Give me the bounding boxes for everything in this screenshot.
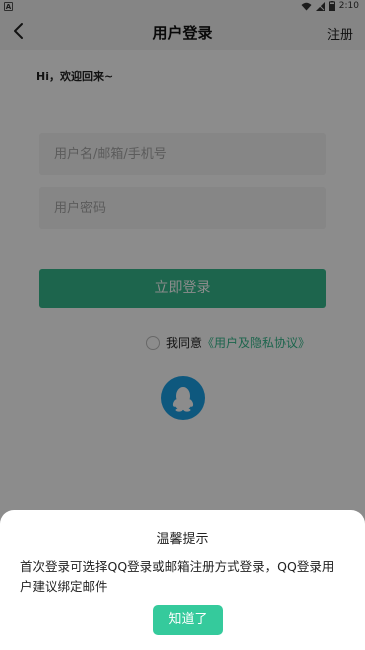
got-it-button[interactable]: 知道了 — [153, 605, 223, 635]
dialog-title: 温馨提示 — [156, 532, 209, 547]
tip-dialog: 温馨提示 首次登录可选择QQ登录或邮箱注册方式登录，QQ登录用户建议绑定邮件 知… — [0, 510, 365, 650]
dialog-message: 首次登录可选择QQ登录或邮箱注册方式登录，QQ登录用户建议绑定邮件 — [20, 559, 335, 594]
